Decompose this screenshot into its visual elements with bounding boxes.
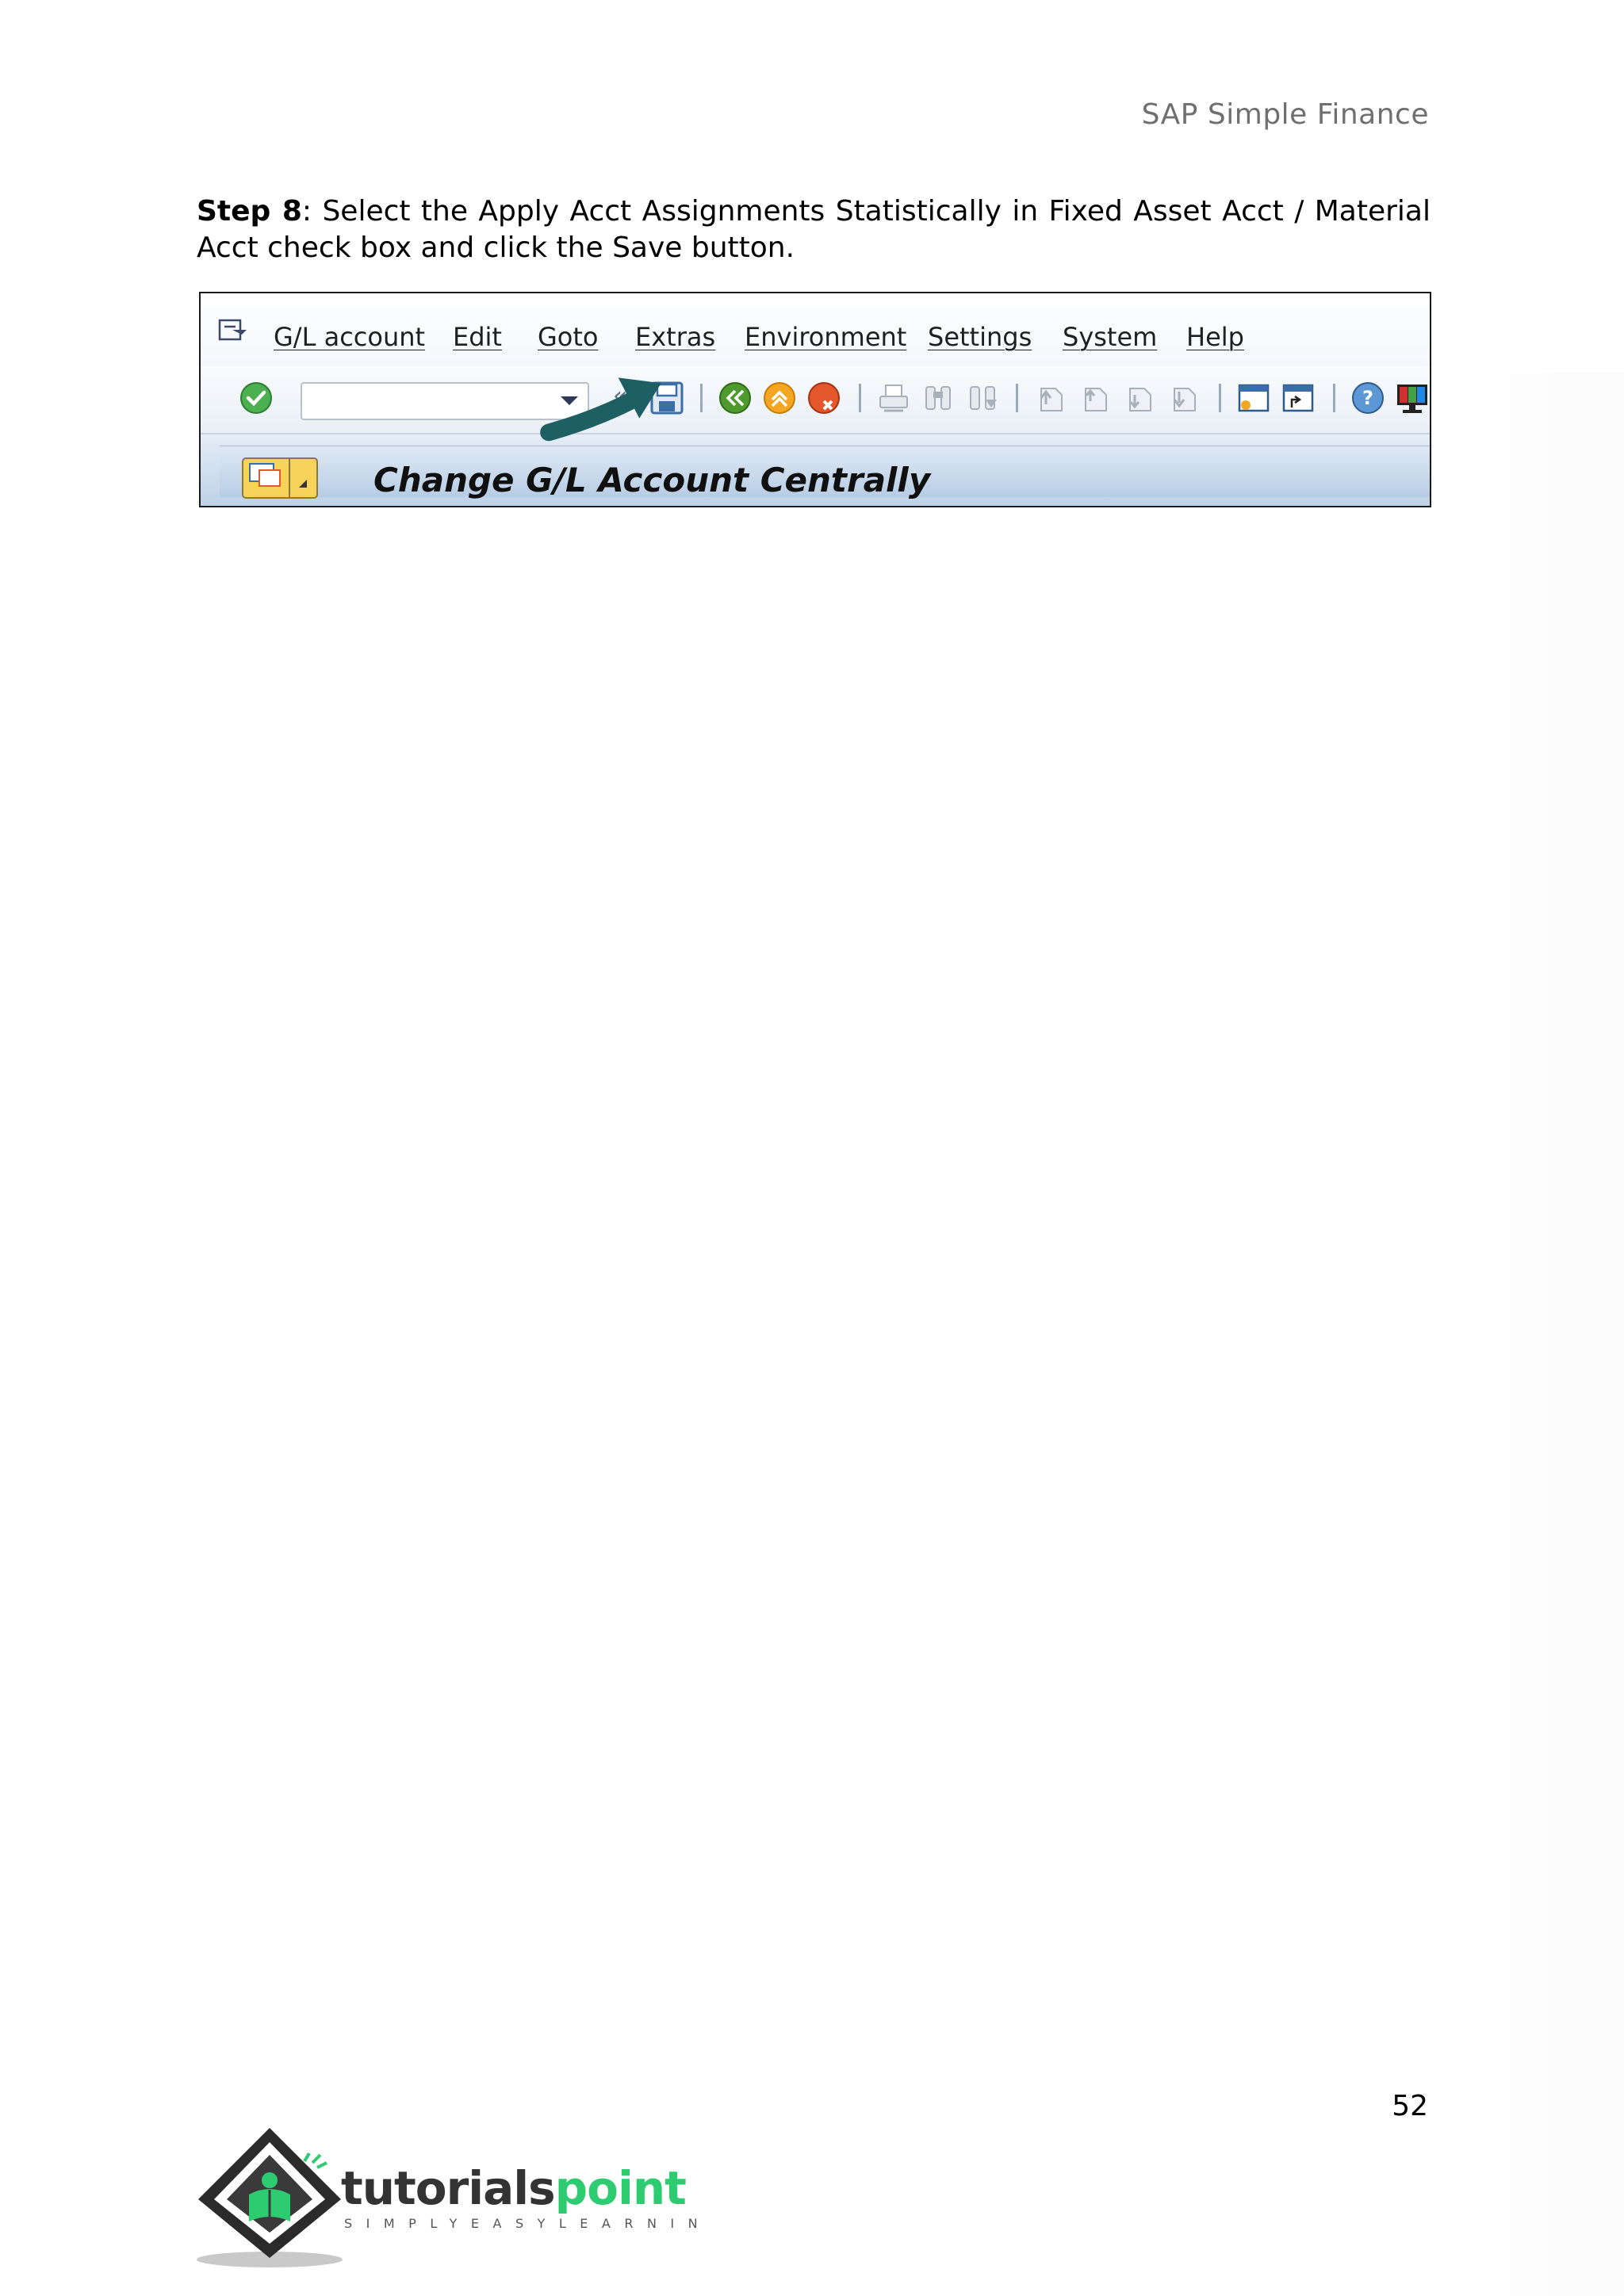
svg-text:SIMPLYEASYLEARNING: SIMPLYEASYLEARNING (344, 2216, 709, 2231)
step-instruction: Step 8: Select the Apply Acct Assignment… (197, 193, 1431, 266)
tutorialspoint-logo: tutorialspoint SIMPLYEASYLEARNING (197, 2128, 709, 2267)
step-body: : Select the Apply Acct Assignments Stat… (197, 195, 1431, 264)
page-number: 52 (1392, 2090, 1428, 2122)
menu-settings[interactable]: Settings (928, 322, 1032, 352)
transaction-menu-icon[interactable] (242, 457, 318, 499)
menu-toggle-icon[interactable] (218, 317, 250, 344)
menu-help[interactable]: Help (1186, 322, 1244, 352)
print-icon[interactable] (876, 381, 911, 415)
create-session-icon[interactable] (1236, 381, 1271, 415)
menu-system[interactable]: System (1063, 322, 1157, 352)
chevron-down-icon[interactable] (561, 396, 578, 405)
cancel-icon[interactable] (806, 381, 841, 415)
toolbar-separator (1333, 384, 1335, 412)
sap-menubar: G/L account Edit Goto Extras Environment… (201, 293, 1430, 367)
next-page-icon[interactable] (1122, 381, 1157, 415)
menu-gl-account[interactable]: G/L account (274, 322, 425, 352)
running-header: SAP Simple Finance (1141, 98, 1429, 131)
step-label: Step 8 (197, 195, 302, 228)
layout-menu-icon[interactable] (1395, 381, 1430, 415)
previous-page-icon[interactable] (1078, 381, 1113, 415)
sap-toolbar: « ? (201, 366, 1430, 434)
toolbar-separator (1016, 384, 1018, 412)
menu-environment[interactable]: Environment (745, 322, 906, 352)
first-page-icon[interactable] (1033, 381, 1068, 415)
sap-title-panel: Change G/L Account Centrally (220, 446, 1430, 499)
toolbar-separator (859, 384, 861, 412)
exit-icon[interactable] (762, 381, 797, 415)
sap-title-bar: Change G/L Account Centrally (201, 434, 1430, 506)
sap-screenshot: G/L account Edit Goto Extras Environment… (199, 292, 1431, 507)
transaction-title: Change G/L Account Centrally (373, 461, 931, 499)
enter-icon[interactable] (239, 381, 274, 415)
toolbar-separator (1219, 384, 1221, 412)
svg-text:?: ? (1362, 387, 1373, 409)
command-field[interactable] (301, 382, 589, 420)
find-next-icon[interactable] (965, 381, 1000, 415)
menu-goto[interactable]: Goto (538, 322, 599, 352)
find-icon[interactable] (921, 381, 956, 415)
toolbar-separator (700, 384, 703, 412)
page-shade (1437, 373, 1624, 2296)
svg-text:tutorialspoint: tutorialspoint (341, 2161, 686, 2215)
menu-edit[interactable]: Edit (453, 322, 502, 352)
last-page-icon[interactable] (1166, 381, 1201, 415)
help-icon[interactable]: ? (1350, 381, 1385, 415)
menu-extras[interactable]: Extras (635, 322, 715, 352)
save-icon[interactable] (649, 381, 684, 415)
shortcut-icon[interactable] (1281, 381, 1316, 415)
back-icon[interactable] (718, 381, 753, 415)
collapse-icon[interactable]: « (613, 382, 627, 410)
